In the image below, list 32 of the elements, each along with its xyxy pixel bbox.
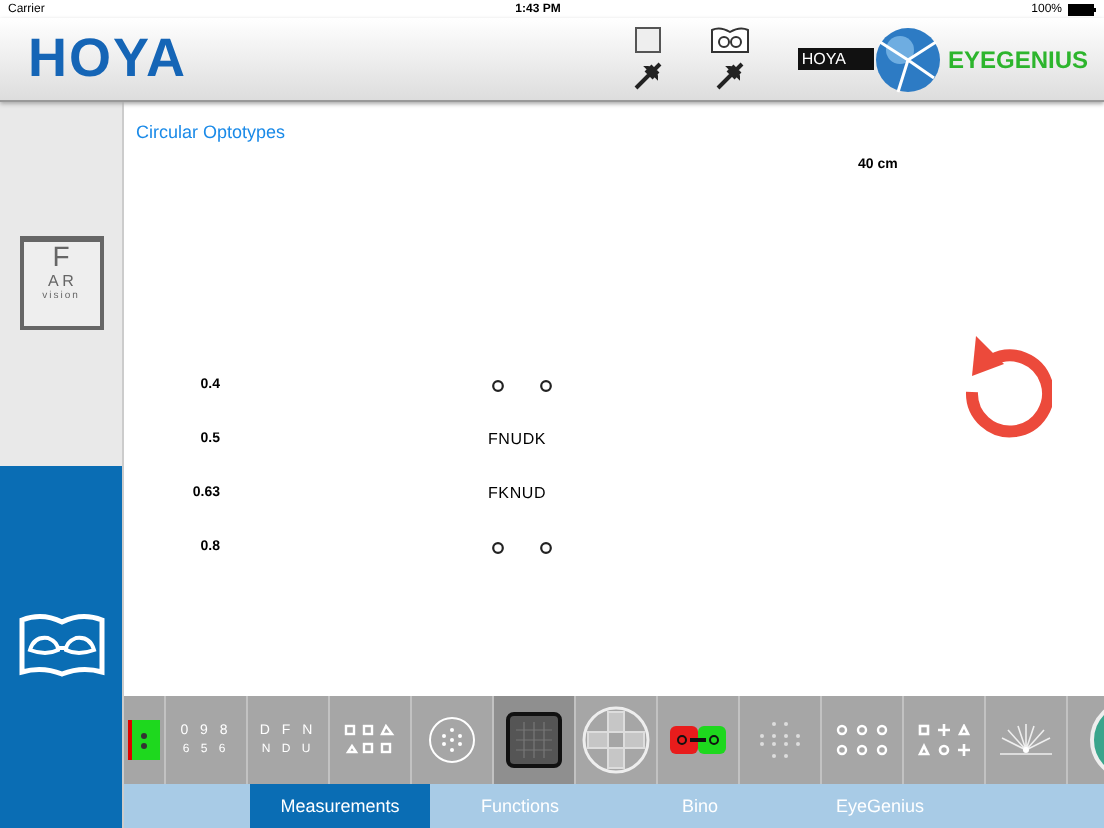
battery-icon <box>1068 3 1096 15</box>
tab[interactable]: Bino <box>610 784 790 828</box>
shapes-icon <box>344 724 396 756</box>
test-thumbnail[interactable] <box>124 696 166 784</box>
tab[interactable]: EyeGenius <box>790 784 970 828</box>
fan-chart-icon <box>996 722 1056 758</box>
tab[interactable]: Functions <box>430 784 610 828</box>
ring-optotypes-drawing <box>492 379 552 391</box>
symbols-icon <box>918 724 970 756</box>
book-glasses-icon <box>17 612 105 681</box>
dot-circle-icon <box>428 716 476 764</box>
rings-icon <box>836 724 888 756</box>
globe-icon <box>873 25 942 93</box>
section-title: Circular Optotypes <box>136 122 286 142</box>
chart-plug-icon[interactable] <box>629 25 666 93</box>
chart-letter: F <box>52 242 70 273</box>
cross-circle-icon <box>582 706 650 774</box>
optotype-letters: FKNUD <box>488 484 547 502</box>
dot-pattern-icon <box>758 720 802 760</box>
ring-optotypes-drawing <box>492 541 552 553</box>
chart-letters: A R <box>48 272 74 291</box>
sidebar-item[interactable] <box>0 465 124 828</box>
brand-name: EYEGENIUS <box>947 45 1088 73</box>
optotype-letters: FNUDK <box>488 430 547 448</box>
test-thumbnail[interactable] <box>494 696 576 784</box>
brand-badge: HOYA <box>797 48 874 70</box>
dot-chart-icon <box>128 720 160 760</box>
split-chart-icon <box>670 726 726 754</box>
hoya-logo: HOYA <box>28 28 188 90</box>
tab[interactable]: Measurements <box>250 784 430 828</box>
book-plug-icon[interactable] <box>709 25 750 93</box>
grid-chart-icon <box>506 712 562 768</box>
